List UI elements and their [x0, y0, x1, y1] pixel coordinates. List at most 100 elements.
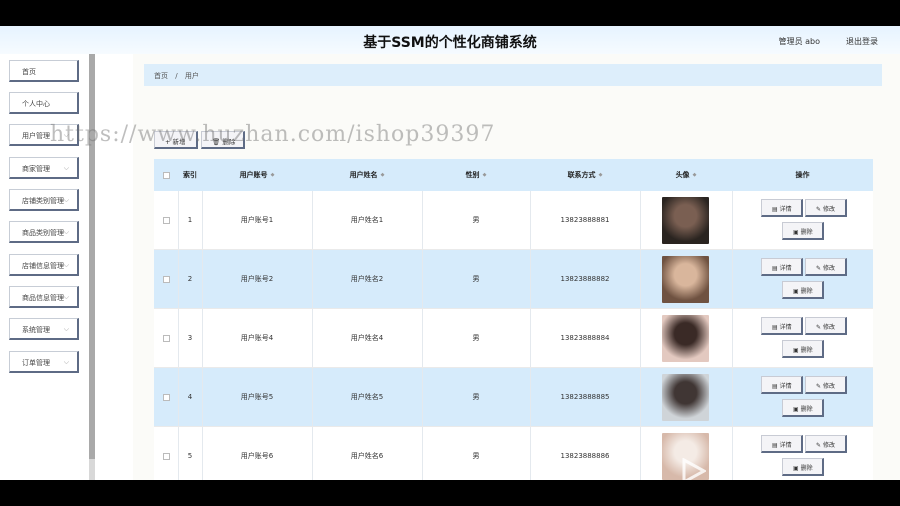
delete-button-label: 删除: [800, 465, 813, 472]
edit-icon: ✎: [816, 206, 823, 213]
row-select-cell: [154, 309, 178, 367]
header-actions: 操作: [795, 171, 810, 179]
sidebar-item-label: 订单管理: [22, 359, 50, 367]
detail-button[interactable]: ▤ 详情: [761, 376, 803, 394]
chevron-down-icon: ⌵: [63, 325, 69, 333]
edit-button[interactable]: ✎ 修改: [805, 317, 847, 335]
trash-icon: ▣: [793, 288, 801, 295]
row-checkbox[interactable]: [162, 452, 170, 460]
edit-button[interactable]: ✎ 修改: [805, 199, 847, 217]
delete-button[interactable]: 🗑 删除: [201, 131, 245, 149]
cell-gender: 男: [472, 393, 480, 401]
header-index: 索引: [183, 171, 197, 179]
header-gender-label: 性别: [465, 171, 480, 179]
sidebar-item-label: 店铺类别管理: [22, 197, 64, 205]
chevron-down-icon: ⌵: [63, 261, 69, 269]
cell-name: 用户姓名6: [350, 452, 384, 460]
cell-gender: 男: [472, 452, 480, 460]
user-avatar: [662, 256, 709, 303]
top-header: 基于SSM的个性化商铺系统 管理员 abo 退出登录: [0, 26, 900, 54]
sort-icon: ◆: [270, 172, 275, 178]
cell-name: 用户姓名1: [350, 216, 384, 224]
cell-phone: 13823888882: [560, 275, 610, 283]
logout-link[interactable]: 退出登录: [846, 36, 878, 47]
row-select-cell: [154, 191, 178, 249]
row-checkbox[interactable]: [162, 275, 170, 283]
sort-icon: ◆: [692, 172, 697, 178]
row-delete-button[interactable]: ▣ 删除: [782, 222, 824, 240]
cell-name: 用户姓名4: [350, 334, 384, 342]
table-row: 5 用户账号6 用户姓名6 男 13823888886 ▤ 详情 ✎ 修改 ▣ …: [154, 427, 873, 480]
detail-button[interactable]: ▤ 详情: [761, 317, 803, 335]
add-button[interactable]: + 新增: [154, 131, 198, 149]
row-delete-button[interactable]: ▣ 删除: [782, 399, 824, 417]
detail-icon: ▤: [772, 265, 780, 272]
sidebar-item-profile[interactable]: 个人中心: [9, 92, 79, 114]
detail-button[interactable]: ▤ 详情: [761, 435, 803, 453]
delete-button-label: 删除: [800, 229, 813, 236]
header-phone-label: 联系方式: [567, 171, 596, 179]
cell-index: 5: [187, 452, 193, 460]
sidebar-item-orders[interactable]: 订单管理 ⌵: [9, 351, 79, 373]
header-avatar[interactable]: 头像 ◆: [640, 159, 732, 191]
row-delete-button[interactable]: ▣ 删除: [782, 281, 824, 299]
sidebar-item-product-categories[interactable]: 商品类别管理 ⌵: [9, 221, 79, 243]
cell-account: 用户账号6: [240, 452, 274, 460]
row-delete-button[interactable]: ▣ 删除: [782, 458, 824, 476]
cell-account: 用户账号2: [240, 275, 274, 283]
edit-button[interactable]: ✎ 修改: [805, 376, 847, 394]
row-delete-button[interactable]: ▣ 删除: [782, 340, 824, 358]
breadcrumb-home[interactable]: 首页: [154, 72, 168, 80]
header-name-label: 用户姓名: [349, 171, 378, 179]
header-phone[interactable]: 联系方式 ◆: [530, 159, 640, 191]
edit-button-label: 修改: [822, 206, 835, 213]
header-account[interactable]: 用户账号 ◆: [202, 159, 312, 191]
detail-icon: ▤: [772, 324, 780, 331]
row-checkbox[interactable]: [162, 334, 170, 342]
sidebar-item-product-info[interactable]: 商品信息管理 ⌵: [9, 286, 79, 308]
edit-button-label: 修改: [822, 265, 835, 272]
sidebar-item-merchants[interactable]: 商家管理 ⌵: [9, 157, 79, 179]
header-name[interactable]: 用户姓名 ◆: [312, 159, 422, 191]
sort-icon: ◆: [380, 172, 385, 178]
detail-button-label: 详情: [779, 383, 792, 390]
play-logo-icon: [682, 458, 706, 480]
row-checkbox[interactable]: [162, 393, 170, 401]
row-checkbox[interactable]: [162, 216, 170, 224]
sidebar-item-store-info[interactable]: 店铺信息管理 ⌵: [9, 254, 79, 276]
header-avatar-label: 头像: [675, 171, 690, 179]
trash-icon: ▣: [793, 347, 801, 354]
detail-button[interactable]: ▤ 详情: [761, 258, 803, 276]
table-row: 3 用户账号4 用户姓名4 男 13823888884 ▤ 详情 ✎ 修改 ▣ …: [154, 309, 873, 368]
sort-icon: ◆: [482, 172, 487, 178]
sidebar-scrollbar-thumb[interactable]: [89, 54, 95, 459]
sidebar-item-label: 系统管理: [22, 326, 50, 334]
chevron-down-icon: ⌵: [63, 228, 69, 236]
header-account-label: 用户账号: [239, 171, 268, 179]
sidebar-item-home[interactable]: 首页: [9, 60, 79, 82]
sidebar-item-users[interactable]: 用户管理 ⌵: [9, 124, 79, 146]
user-avatar: [662, 197, 709, 244]
sidebar-item-system[interactable]: 系统管理 ⌵: [9, 318, 79, 340]
cell-index: 1: [187, 216, 193, 224]
cell-phone: 13823888881: [560, 216, 610, 224]
cell-phone: 13823888886: [560, 452, 610, 460]
select-all-checkbox[interactable]: [162, 171, 170, 179]
sidebar-item-store-categories[interactable]: 店铺类别管理 ⌵: [9, 189, 79, 211]
delete-button-label: 删除: [800, 347, 813, 354]
cell-index: 3: [187, 334, 193, 342]
detail-button[interactable]: ▤ 详情: [761, 199, 803, 217]
detail-icon: ▤: [772, 442, 780, 449]
cell-account: 用户账号1: [240, 216, 274, 224]
cell-index: 2: [187, 275, 193, 283]
edit-button[interactable]: ✎ 修改: [805, 435, 847, 453]
table-row: 1 用户账号1 用户姓名1 男 13823888881 ▤ 详情 ✎ 修改 ▣ …: [154, 191, 873, 250]
cell-phone: 13823888885: [560, 393, 610, 401]
header-gender[interactable]: 性别 ◆: [422, 159, 530, 191]
sidebar-item-label: 个人中心: [22, 100, 50, 108]
cell-index: 4: [187, 393, 193, 401]
user-avatar: [662, 374, 709, 421]
edit-icon: ✎: [816, 383, 823, 390]
edit-button[interactable]: ✎ 修改: [805, 258, 847, 276]
table-row: 4 用户账号5 用户姓名5 男 13823888885 ▤ 详情 ✎ 修改 ▣ …: [154, 368, 873, 427]
